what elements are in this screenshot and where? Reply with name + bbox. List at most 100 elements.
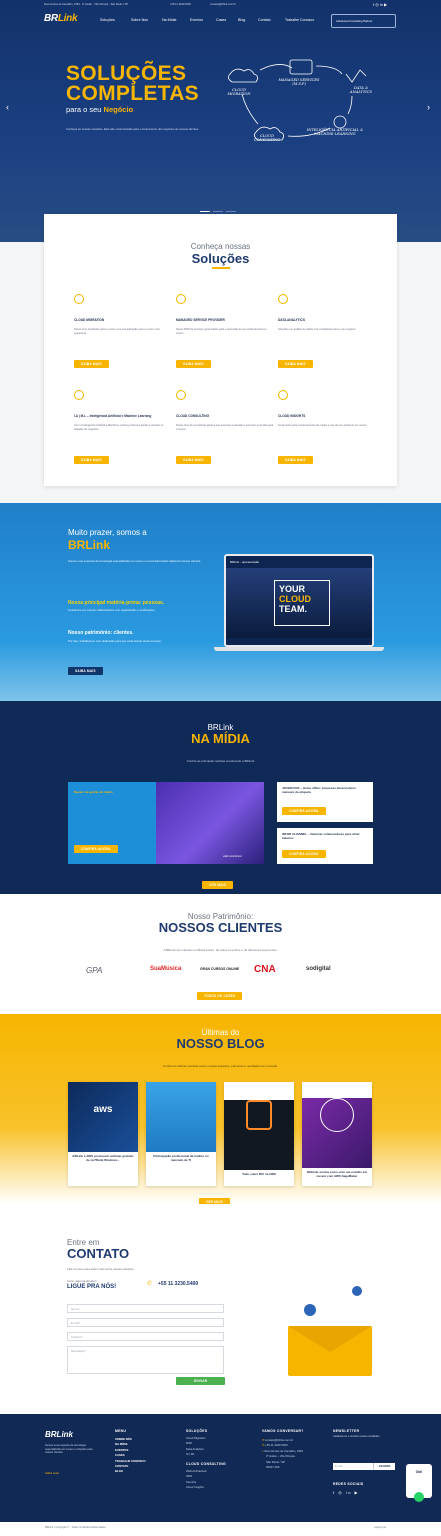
footer-email[interactable]: contato@brlink.com.br (265, 1438, 293, 1442)
nav-item-trabalhe[interactable]: Trabalhe Conosco (285, 18, 314, 22)
site-logo[interactable]: BRLink (44, 13, 78, 24)
credit[interactable]: Layout por (374, 1526, 386, 1529)
blog-post-card[interactable]: Participação profissional da mulher no m… (146, 1082, 216, 1186)
clients-title: NOSSOS CLIENTES (158, 920, 283, 935)
diagram-label-ia: INTELIGÊNCIA ARTIFICIAL & MACHINE LEARNI… (306, 128, 364, 136)
footer-menu-title: MENU (115, 1429, 127, 1433)
cycle-diagram (228, 59, 367, 141)
video-headline: YOUR CLOUD TEAM. (274, 580, 330, 626)
hero-subtitle: para o seu Negócio (66, 105, 134, 114)
news-item-button[interactable]: CONFIRA AGORA (282, 807, 326, 815)
solution-more-button[interactable]: SAIBA MAIS (176, 360, 211, 368)
solution-more-button[interactable]: SAIBA MAIS (176, 456, 211, 464)
client-logo-cna: CNA (254, 964, 276, 975)
email-field[interactable]: E-mail* (67, 1318, 224, 1327)
partner-badge: Advanced Consulting Partner (331, 14, 396, 28)
solution-more-button[interactable]: SAIBA MAIS (278, 456, 313, 464)
news-item-button[interactable]: CONFIRA AGORA (282, 850, 326, 858)
footer-newsletter-text: Cadastre-se e receba nossas novidades. (333, 1435, 381, 1438)
footer-phone[interactable]: +55 11 3230.5400 (265, 1443, 287, 1447)
footer-address: 04547-006 (266, 1465, 280, 1470)
topbar-phone[interactable]: +55 11 3230-5400 (170, 3, 191, 6)
blog-subtitle: Confira as últimas notícias sobre nossas… (162, 1064, 279, 1068)
footer-menu-item[interactable]: BLOG (115, 1469, 146, 1474)
nav-item-solucoes[interactable]: Soluções (100, 18, 115, 22)
whatsapp-icon[interactable] (414, 1492, 424, 1502)
about-section: Muito prazer, somos a BRLink Somos uma e… (0, 503, 441, 701)
media-more-button[interactable]: VER MAIS (202, 881, 234, 889)
blog-post-card[interactable]: aws BRLink e AWS promovem webinar gratui… (68, 1082, 138, 1186)
cloud-migration-icon (74, 294, 84, 304)
video-player[interactable]: BRLink – apresentação YOUR CLOUD TEAM. (224, 554, 374, 647)
solution-card-ia: I.A | M.L – Inteligência Artificial e Ma… (74, 390, 172, 466)
hero-next-arrow[interactable]: › (427, 102, 430, 112)
newsletter-input[interactable]: E-mail (333, 1463, 373, 1470)
blog-post-title: Tudo sobre RIX na AWS (242, 1172, 276, 1176)
newsletter-submit-button[interactable]: ASSINAR (373, 1463, 395, 1470)
video-title: BRLink – apresentação (230, 560, 260, 564)
hero-description: Conheça as nossas soluções. Elas são cus… (66, 127, 199, 131)
phone-field[interactable]: Telefone* (67, 1332, 224, 1341)
nav-item-cases[interactable]: Cases (216, 18, 226, 22)
nav-item-blog[interactable]: Blog (238, 18, 245, 22)
footer-consulting-link[interactable]: Cloud Insights (186, 1485, 206, 1490)
featured-news-image (156, 782, 264, 864)
hero-prev-arrow[interactable]: ‹ (6, 102, 9, 112)
footer-solutions: Cloud Migration MSP Data Analytics IA | … (186, 1436, 206, 1458)
server-icon (289, 59, 313, 75)
footer-social-icons[interactable]: f ◎ in ▶ (333, 1490, 359, 1495)
about-text-3: Por isso, trabalhamos com dedicação para… (68, 639, 162, 643)
solution-card-insights: CLOUD INSIGHTS Ferramenta para monitoram… (278, 390, 376, 466)
topbar-email[interactable]: contato@brlink.com.br (210, 3, 236, 6)
data-analytics-icon (278, 294, 288, 304)
footer-solution-link[interactable]: IA | ML (186, 1452, 206, 1457)
about-text-2: Investimos em nossos colaboradores com c… (68, 608, 156, 612)
news-item-jovempan[interactable]: JOVEM PAN – Home office: empresas desenv… (277, 782, 373, 822)
solutions-title: Soluções (191, 251, 250, 266)
name-field[interactable]: Nome* (67, 1304, 224, 1313)
nav-item-contato[interactable]: Contato (258, 18, 271, 22)
contact-phone[interactable]: +55 11 3230.5400 (158, 1281, 198, 1287)
footer-social-title: REDES SOCIAIS (333, 1482, 364, 1486)
media-title: NA MÍDIA (191, 731, 250, 746)
site-footer: BRLink Somos uma empresa de tecnologia e… (0, 1414, 441, 1522)
title-underline (212, 267, 230, 269)
cloud-icon (228, 68, 258, 83)
news-item-inforchannel[interactable]: INFOR CHANNEL – Valorizar colaboradores … (277, 828, 373, 864)
blog-post-card[interactable]: Webinar ensina como criar um estúdio em … (302, 1082, 372, 1186)
about-more-button[interactable]: SAIBA MAIS (68, 667, 103, 675)
footer-address: Rua Gomes de Carvalho, 1581 (264, 1448, 304, 1453)
nav-item-sobre[interactable]: Sobre Nós (131, 18, 148, 22)
featured-news-caption: valor econômico (223, 855, 242, 858)
message-field[interactable]: Mensagem* (67, 1346, 224, 1374)
solution-more-button[interactable]: SAIBA MAIS (278, 360, 313, 368)
about-heading-clients: Nosso patrimônio: clientes. (68, 630, 134, 636)
diagram-label-migration: CLOUD MIGRATION (227, 88, 251, 96)
social-icons[interactable]: f ◎ in ▶ (373, 2, 387, 7)
about-kicker: Muito prazer, somos a (68, 528, 147, 537)
featured-news-button[interactable]: CONFIRA AGORA (74, 845, 118, 853)
copyright: BRLink | Copyright © - Todos os direitos… (45, 1526, 107, 1529)
client-logo-sodigital: sodigital (306, 966, 331, 972)
footer-about-link[interactable]: Saiba mais (45, 1471, 59, 1475)
solutions-section: Conheça nossas Soluções CLOUD MIGRATION … (44, 214, 397, 486)
client-logo-gpa: GPA (86, 966, 103, 975)
footer-about: Somos uma empresa de tecnologia especial… (45, 1444, 93, 1455)
client-logo-suamusica: SuaMúsica (150, 966, 182, 972)
featured-news-card[interactable]: Nuvem na gestão de dados CONFIRA AGORA v… (68, 782, 264, 864)
footer-logo[interactable]: BRLink (45, 1430, 73, 1439)
slider-dots[interactable] (200, 199, 240, 212)
nav-item-eventos[interactable]: Eventos (190, 18, 203, 22)
nav-item-midia[interactable]: Na Mídia (162, 18, 176, 22)
submit-button[interactable]: ENVIAR (176, 1377, 226, 1385)
bottom-bar: BRLink | Copyright © - Todos os direitos… (0, 1522, 441, 1536)
solution-more-button[interactable]: SAIBA MAIS (74, 360, 109, 368)
ai-icon (74, 390, 84, 400)
phone-icon: ✆ (147, 1281, 153, 1287)
blog-post-card[interactable]: Tudo sobre RIX na AWS (224, 1082, 294, 1186)
blog-post-image (224, 1100, 294, 1170)
media-subtitle: Confira as principais notícias envolvend… (186, 759, 255, 763)
all-cases-button[interactable]: TODOS OS CASES (197, 992, 243, 1000)
blog-post-title: Webinar ensina como criar um estúdio em … (306, 1170, 368, 1178)
solution-more-button[interactable]: SAIBA MAIS (74, 456, 109, 464)
